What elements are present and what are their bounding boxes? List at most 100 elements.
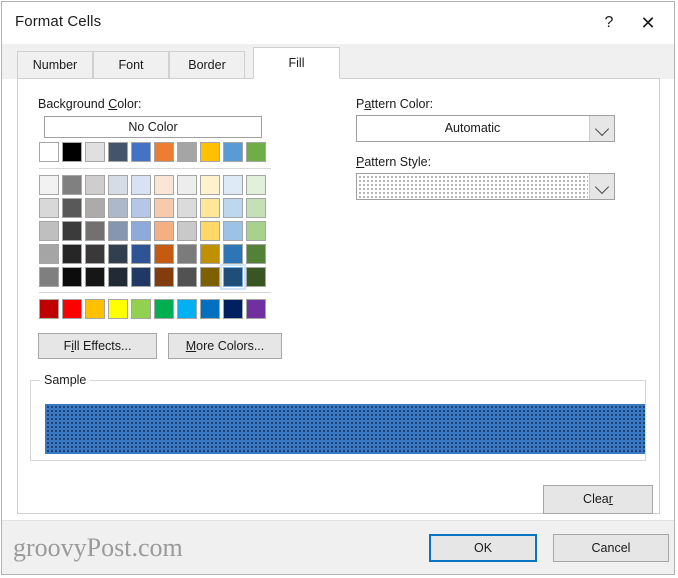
help-icon[interactable]: ? [594,8,624,38]
color-swatch[interactable] [85,267,105,287]
color-swatch[interactable] [62,198,82,218]
color-swatch[interactable] [177,198,197,218]
color-swatch[interactable] [62,267,82,287]
color-swatch[interactable] [200,244,220,264]
fill-effects-button[interactable]: Fill Effects... [38,333,157,359]
color-swatch[interactable] [154,299,174,319]
color-swatch[interactable] [200,198,220,218]
pattern-color-dropdown[interactable]: Automatic [356,115,615,142]
color-swatch[interactable] [85,175,105,195]
color-swatch-selected[interactable] [220,264,246,290]
color-swatch[interactable] [85,221,105,241]
color-swatch[interactable] [200,299,220,319]
color-swatch[interactable] [200,142,220,162]
palette-divider [39,292,271,293]
color-swatch[interactable] [223,299,243,319]
color-swatch[interactable] [223,221,243,241]
color-swatch[interactable] [62,221,82,241]
color-swatch[interactable] [131,198,151,218]
color-swatch[interactable] [154,267,174,287]
color-swatch[interactable] [62,175,82,195]
color-swatch[interactable] [108,244,128,264]
color-swatch[interactable] [131,142,151,162]
label-accel: r [608,492,613,506]
sample-legend: Sample [40,373,91,387]
color-swatch[interactable] [154,142,174,162]
color-swatch[interactable] [108,221,128,241]
no-color-button[interactable]: No Color [44,116,262,138]
more-colors-button[interactable]: More Colors... [168,333,282,359]
color-swatch[interactable] [246,299,266,319]
close-icon[interactable]: ✕ [633,8,663,38]
cancel-button[interactable]: Cancel [553,534,669,562]
pattern-style-dropdown[interactable] [356,173,615,200]
color-swatch[interactable] [108,267,128,287]
color-swatch[interactable] [246,267,266,287]
color-swatch[interactable] [131,299,151,319]
format-cells-dialog: Format Cells ? ✕ Number Font Border Fill… [1,1,675,575]
chevron-down-icon[interactable] [589,174,614,199]
chevron-down-icon[interactable] [589,116,614,141]
color-swatch[interactable] [246,175,266,195]
color-swatch[interactable] [154,175,174,195]
color-swatch[interactable] [108,175,128,195]
tab-font[interactable]: Font [93,51,169,79]
swatch-row [39,221,271,243]
color-swatch[interactable] [246,244,266,264]
color-swatch[interactable] [246,142,266,162]
color-swatch[interactable] [177,244,197,264]
color-swatch[interactable] [39,299,59,319]
color-swatch[interactable] [108,198,128,218]
color-swatch[interactable] [108,142,128,162]
swatch-row [39,198,271,220]
color-swatch[interactable] [154,198,174,218]
color-swatch[interactable] [200,175,220,195]
color-swatch[interactable] [177,221,197,241]
color-swatch[interactable] [39,175,59,195]
page-title: Format Cells [15,13,102,30]
color-swatch[interactable] [223,142,243,162]
color-swatch[interactable] [85,299,105,319]
color-swatch[interactable] [177,142,197,162]
fill-tab-panel: Background Color: No Color Fill Effects.… [17,78,660,514]
color-swatch[interactable] [246,198,266,218]
clear-button[interactable]: Clear [543,485,653,514]
color-swatch[interactable] [39,244,59,264]
color-swatch[interactable] [131,244,151,264]
pattern-color-label: Pattern Color: [356,97,433,111]
tab-number[interactable]: Number [17,51,93,79]
color-swatch[interactable] [39,142,59,162]
color-swatch[interactable] [223,244,243,264]
ok-button[interactable]: OK [429,534,537,562]
color-swatch[interactable] [200,267,220,287]
color-swatch[interactable] [246,221,266,241]
color-swatch[interactable] [85,142,105,162]
tab-strip: Number Font Border Fill [2,44,674,79]
color-swatch[interactable] [154,244,174,264]
color-swatch[interactable] [62,142,82,162]
color-swatch[interactable] [154,221,174,241]
color-swatch[interactable] [62,299,82,319]
label-accel: M [185,339,197,353]
tab-border[interactable]: Border [169,51,245,79]
color-swatch[interactable] [200,221,220,241]
color-swatch[interactable] [131,267,151,287]
color-swatch[interactable] [39,198,59,218]
tab-fill[interactable]: Fill [253,47,340,79]
color-swatch[interactable] [223,198,243,218]
color-swatch[interactable] [177,267,197,287]
background-color-palette[interactable] [39,142,271,320]
swatch-row [39,142,271,164]
color-swatch[interactable] [108,299,128,319]
color-swatch[interactable] [85,244,105,264]
color-swatch[interactable] [85,198,105,218]
swatch-row [39,244,271,266]
color-swatch[interactable] [223,175,243,195]
color-swatch[interactable] [131,175,151,195]
color-swatch[interactable] [177,175,197,195]
color-swatch[interactable] [131,221,151,241]
color-swatch[interactable] [39,267,59,287]
color-swatch[interactable] [39,221,59,241]
color-swatch[interactable] [177,299,197,319]
color-swatch[interactable] [62,244,82,264]
